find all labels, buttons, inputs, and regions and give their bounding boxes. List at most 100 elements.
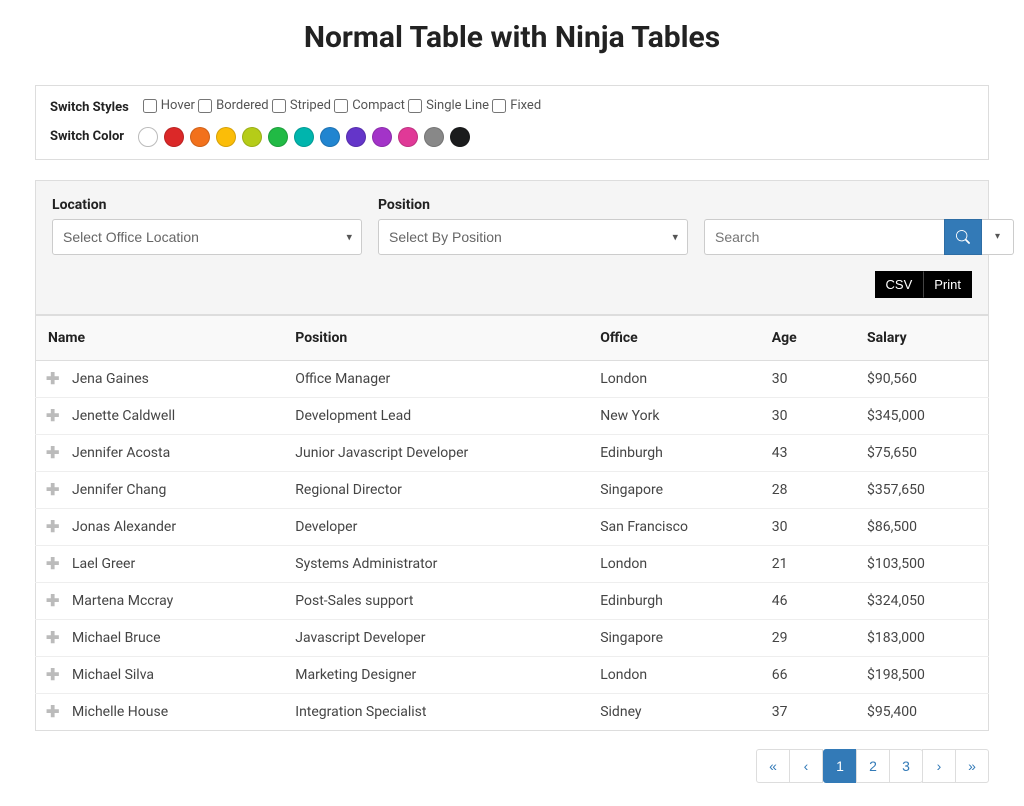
- table-row: ✚Jenette CaldwellDevelopment LeadNew Yor…: [36, 397, 989, 434]
- cell: London: [588, 545, 760, 582]
- cell: $324,050: [855, 582, 988, 619]
- style-checkbox[interactable]: [272, 99, 286, 113]
- column-header-office[interactable]: Office: [588, 315, 760, 360]
- search-dropdown-button[interactable]: ▾: [982, 219, 1014, 255]
- color-swatch[interactable]: [216, 127, 236, 147]
- table-row: ✚Martena MccrayPost-Sales supportEdinbur…: [36, 582, 989, 619]
- position-select[interactable]: Select By Position: [378, 219, 688, 255]
- page-title: Normal Table with Ninja Tables: [35, 20, 989, 55]
- switch-styles-row: Switch Styles Hover Bordered Striped Com…: [50, 98, 974, 117]
- cell: Post-Sales support: [283, 582, 588, 619]
- cell: London: [588, 656, 760, 693]
- page-number-button[interactable]: 1: [823, 749, 857, 783]
- page-number-button[interactable]: 3: [889, 749, 923, 783]
- style-checkbox[interactable]: [198, 99, 212, 113]
- cell: Regional Director: [283, 471, 588, 508]
- position-filter: Position Select By Position ▾: [378, 197, 688, 255]
- search-icon: [956, 230, 970, 244]
- position-label: Position: [378, 197, 688, 213]
- page-first-button[interactable]: «: [756, 749, 790, 783]
- cell-name: Michael Silva: [72, 667, 154, 683]
- search-button[interactable]: [944, 219, 982, 255]
- cell: Javascript Developer: [283, 619, 588, 656]
- cell: 29: [760, 619, 855, 656]
- style-option-single-line[interactable]: Single Line: [408, 98, 489, 113]
- table-row: ✚Lael GreerSystems AdministratorLondon21…: [36, 545, 989, 582]
- cell: Sidney: [588, 693, 760, 730]
- expand-icon[interactable]: ✚: [46, 593, 59, 609]
- search-input[interactable]: [704, 219, 944, 255]
- style-checkbox[interactable]: [143, 99, 157, 113]
- cell-name: Michael Bruce: [72, 630, 161, 646]
- cell: $75,650: [855, 434, 988, 471]
- cell: Integration Specialist: [283, 693, 588, 730]
- column-header-age[interactable]: Age: [760, 315, 855, 360]
- cell: 37: [760, 693, 855, 730]
- cell: London: [588, 360, 760, 397]
- color-swatch[interactable]: [372, 127, 392, 147]
- expand-icon[interactable]: ✚: [46, 704, 59, 720]
- cell: Marketing Designer: [283, 656, 588, 693]
- color-swatch[interactable]: [320, 127, 340, 147]
- location-select[interactable]: Select Office Location: [52, 219, 362, 255]
- filters-panel: Location Select Office Location ▾ Positi…: [35, 180, 989, 315]
- color-swatch[interactable]: [398, 127, 418, 147]
- expand-icon[interactable]: ✚: [46, 482, 59, 498]
- expand-icon[interactable]: ✚: [46, 519, 59, 535]
- styles-panel: Switch Styles Hover Bordered Striped Com…: [35, 85, 989, 160]
- expand-icon[interactable]: ✚: [46, 556, 59, 572]
- table-row: ✚ Michelle House Integration SpecialistSid…: [36, 693, 989, 730]
- column-header-name[interactable]: Name: [36, 315, 284, 360]
- color-swatch[interactable]: [190, 127, 210, 147]
- cell: Singapore: [588, 619, 760, 656]
- cell: Systems Administrator: [283, 545, 588, 582]
- pagination: « ‹ 123 › »: [35, 749, 989, 783]
- color-swatch[interactable]: [242, 127, 262, 147]
- switch-color-row: Switch Color: [50, 127, 974, 147]
- color-swatch[interactable]: [450, 127, 470, 147]
- column-header-position[interactable]: Position: [283, 315, 588, 360]
- location-filter: Location Select Office Location ▾: [52, 197, 362, 255]
- print-button[interactable]: Print: [923, 271, 972, 298]
- expand-icon[interactable]: ✚: [46, 408, 59, 424]
- style-checkbox[interactable]: [408, 99, 422, 113]
- style-checkbox[interactable]: [492, 99, 506, 113]
- cell: Singapore: [588, 471, 760, 508]
- style-option-striped[interactable]: Striped: [272, 98, 331, 113]
- page-last-button[interactable]: »: [955, 749, 989, 783]
- cell-name: Jena Gaines: [72, 371, 149, 387]
- cell: New York: [588, 397, 760, 434]
- expand-icon[interactable]: ✚: [46, 630, 59, 646]
- color-swatch[interactable]: [164, 127, 184, 147]
- color-swatch[interactable]: [346, 127, 366, 147]
- expand-icon[interactable]: ✚: [46, 445, 59, 461]
- cell: Developer: [283, 508, 588, 545]
- page-number-button[interactable]: 2: [856, 749, 890, 783]
- cell: 30: [760, 508, 855, 545]
- style-option-compact[interactable]: Compact: [334, 98, 405, 113]
- expand-icon[interactable]: ✚: [46, 371, 59, 387]
- color-swatch[interactable]: [268, 127, 288, 147]
- cell: $95,400: [855, 693, 988, 730]
- style-option-fixed[interactable]: Fixed: [492, 98, 541, 113]
- style-option-hover[interactable]: Hover: [143, 98, 195, 113]
- page-prev-button[interactable]: ‹: [789, 749, 823, 783]
- cell-name: Michelle House: [72, 704, 168, 720]
- csv-button[interactable]: CSV: [875, 271, 924, 298]
- style-checkbox[interactable]: [334, 99, 348, 113]
- expand-icon[interactable]: ✚: [46, 667, 59, 683]
- cell: Development Lead: [283, 397, 588, 434]
- cell: Junior Javascript Developer: [283, 434, 588, 471]
- data-table: NamePositionOfficeAgeSalary ✚ Jena Gaines…: [35, 315, 989, 731]
- color-swatch[interactable]: [424, 127, 444, 147]
- table-row: ✚Jennifer AcostaJunior Javascript Develo…: [36, 434, 989, 471]
- color-swatch[interactable]: [138, 127, 158, 147]
- cell: $90,560: [855, 360, 988, 397]
- cell: $183,000: [855, 619, 988, 656]
- cell: 21: [760, 545, 855, 582]
- color-swatch[interactable]: [294, 127, 314, 147]
- style-option-bordered[interactable]: Bordered: [198, 98, 269, 113]
- column-header-salary[interactable]: Salary: [855, 315, 988, 360]
- cell: Office Manager: [283, 360, 588, 397]
- page-next-button[interactable]: ›: [922, 749, 956, 783]
